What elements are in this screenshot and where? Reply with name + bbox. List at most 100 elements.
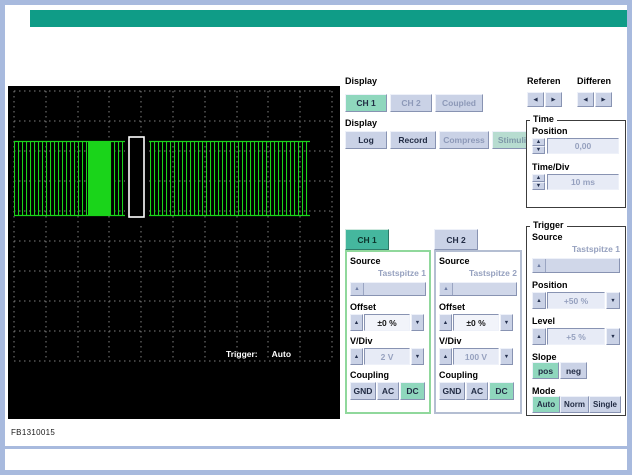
down-arrow-icon: ▼ <box>415 354 420 360</box>
trigger-position-down-button[interactable]: ▼ <box>606 292 620 309</box>
ch1-panel: Source Tastspitze 1 ▲ Offset ▲ ±0 % ▼ V/… <box>345 250 431 414</box>
down-arrow-icon: ▼ <box>610 298 615 304</box>
trigger-position-value[interactable]: +50 % <box>547 292 605 309</box>
trigger-mode-label: Mode <box>532 386 556 396</box>
left-arrow-icon: ◀ <box>583 97 587 103</box>
mode-norm-button[interactable]: Norm <box>560 396 589 413</box>
time-position-down-button[interactable]: ▼ <box>532 146 545 154</box>
ch2-source-value: Tastspitze 2 <box>439 268 517 278</box>
ch1-vdiv-value[interactable]: 2 V <box>364 348 410 365</box>
reference-label: Referen <box>527 76 561 86</box>
up-arrow-icon: ▲ <box>443 354 448 360</box>
time-position-label: Position <box>532 126 568 136</box>
ch1-offset-value[interactable]: ±0 % <box>364 314 410 331</box>
ch2-offset-value[interactable]: ±0 % <box>453 314 499 331</box>
ch1-offset-up-button[interactable]: ▲ <box>350 314 363 331</box>
ch2-ac-button[interactable]: AC <box>466 382 488 400</box>
oscilloscope-display: Trigger: Auto <box>8 86 340 419</box>
up-arrow-icon: ▲ <box>533 259 546 272</box>
time-div-down-button[interactable]: ▼ <box>532 182 545 190</box>
difference-label: Differen <box>577 76 611 86</box>
ch1-coupling-label: Coupling <box>350 370 389 380</box>
right-arrow-icon: ▶ <box>551 97 555 103</box>
ch1-gnd-button[interactable]: GND <box>350 382 376 400</box>
trigger-position-up-button[interactable]: ▲ <box>532 292 546 309</box>
trigger-source-value: Tastspitze 1 <box>532 244 620 254</box>
mode-single-button[interactable]: Single <box>589 396 621 413</box>
up-arrow-icon: ▲ <box>351 283 364 295</box>
display-ch1-button[interactable]: CH 1 <box>345 94 387 112</box>
ch1-source-ring[interactable]: ▲ <box>350 282 426 296</box>
ch2-source-ring[interactable]: ▲ <box>439 282 517 296</box>
display-ch2-button[interactable]: CH 2 <box>390 94 432 112</box>
down-arrow-icon: ▼ <box>610 334 615 340</box>
display-channels-label: Display <box>345 76 377 86</box>
up-arrow-icon: ▲ <box>354 354 359 360</box>
ch2-offset-down-button[interactable]: ▼ <box>500 314 513 331</box>
ch2-dc-button[interactable]: DC <box>489 382 514 400</box>
ch2-vdiv-label: V/Div <box>439 336 462 346</box>
up-arrow-icon: ▲ <box>536 139 541 145</box>
trigger-level-down-button[interactable]: ▼ <box>606 328 620 345</box>
ch1-dc-button[interactable]: DC <box>400 382 425 400</box>
time-div-value[interactable]: 10 ms <box>547 174 619 190</box>
ch1-ac-button[interactable]: AC <box>377 382 399 400</box>
mode-auto-button[interactable]: Auto <box>532 396 560 413</box>
ch2-vdiv-value[interactable]: 100 V <box>453 348 499 365</box>
display-mode-label: Display <box>345 118 377 128</box>
tab-ch1[interactable]: CH 1 <box>345 229 389 250</box>
ch1-source-value: Tastspitze 1 <box>350 268 426 278</box>
ch2-gnd-button[interactable]: GND <box>439 382 465 400</box>
record-button[interactable]: Record <box>390 131 436 149</box>
ch1-offset-down-button[interactable]: ▼ <box>411 314 424 331</box>
up-arrow-icon: ▲ <box>443 320 448 326</box>
time-div-label: Time/Div <box>532 162 569 172</box>
tab-ch2[interactable]: CH 2 <box>434 229 478 250</box>
ch2-vdiv-down-button[interactable]: ▼ <box>500 348 513 365</box>
ch1-source-label: Source <box>350 256 381 266</box>
right-arrow-icon: ▶ <box>601 97 605 103</box>
document-frame: Trigger: Auto Display CH 1 CH 2 Coupled … <box>0 0 632 475</box>
ch1-offset-label: Offset <box>350 302 376 312</box>
ch1-vdiv-label: V/Div <box>350 336 373 346</box>
trigger-slope-label: Slope <box>532 352 557 362</box>
ch2-coupling-label: Coupling <box>439 370 478 380</box>
time-position-up-button[interactable]: ▲ <box>532 138 545 146</box>
trigger-group-label: Trigger <box>530 220 567 230</box>
up-arrow-icon: ▲ <box>354 320 359 326</box>
slope-neg-button[interactable]: neg <box>560 362 587 379</box>
trigger-level-up-button[interactable]: ▲ <box>532 328 546 345</box>
display-coupled-button[interactable]: Coupled <box>435 94 483 112</box>
ch2-offset-up-button[interactable]: ▲ <box>439 314 452 331</box>
oscilloscope-graph <box>8 86 340 419</box>
log-button[interactable]: Log <box>345 131 387 149</box>
up-arrow-icon: ▲ <box>536 298 541 304</box>
up-arrow-icon: ▲ <box>440 283 453 295</box>
time-position-value[interactable]: 0,00 <box>547 138 619 154</box>
trigger-position-label: Position <box>532 280 568 290</box>
up-arrow-icon: ▲ <box>536 334 541 340</box>
difference-prev-button[interactable]: ◀ <box>577 92 594 107</box>
trigger-source-ring[interactable]: ▲ <box>532 258 620 273</box>
ch1-vdiv-up-button[interactable]: ▲ <box>350 348 363 365</box>
trigger-source-label: Source <box>532 232 563 242</box>
reference-next-button[interactable]: ▶ <box>545 92 562 107</box>
compress-button[interactable]: Compress <box>439 131 489 149</box>
ch2-vdiv-up-button[interactable]: ▲ <box>439 348 452 365</box>
slope-pos-button[interactable]: pos <box>532 362 559 379</box>
reference-prev-button[interactable]: ◀ <box>527 92 544 107</box>
time-div-up-button[interactable]: ▲ <box>532 174 545 182</box>
ch1-vdiv-down-button[interactable]: ▼ <box>411 348 424 365</box>
figure-code: FB1310015 <box>11 428 55 437</box>
time-group-label: Time <box>530 114 557 124</box>
down-arrow-icon: ▼ <box>536 147 541 153</box>
up-arrow-icon: ▲ <box>536 175 541 181</box>
difference-next-button[interactable]: ▶ <box>595 92 612 107</box>
trigger-level-value[interactable]: +5 % <box>547 328 605 345</box>
trigger-status-label: Trigger: <box>226 349 258 359</box>
waveform-trace <box>14 133 310 223</box>
ch2-source-label: Source <box>439 256 470 266</box>
scope-grid <box>14 91 332 361</box>
down-arrow-icon: ▼ <box>415 320 420 326</box>
left-arrow-icon: ◀ <box>533 97 537 103</box>
